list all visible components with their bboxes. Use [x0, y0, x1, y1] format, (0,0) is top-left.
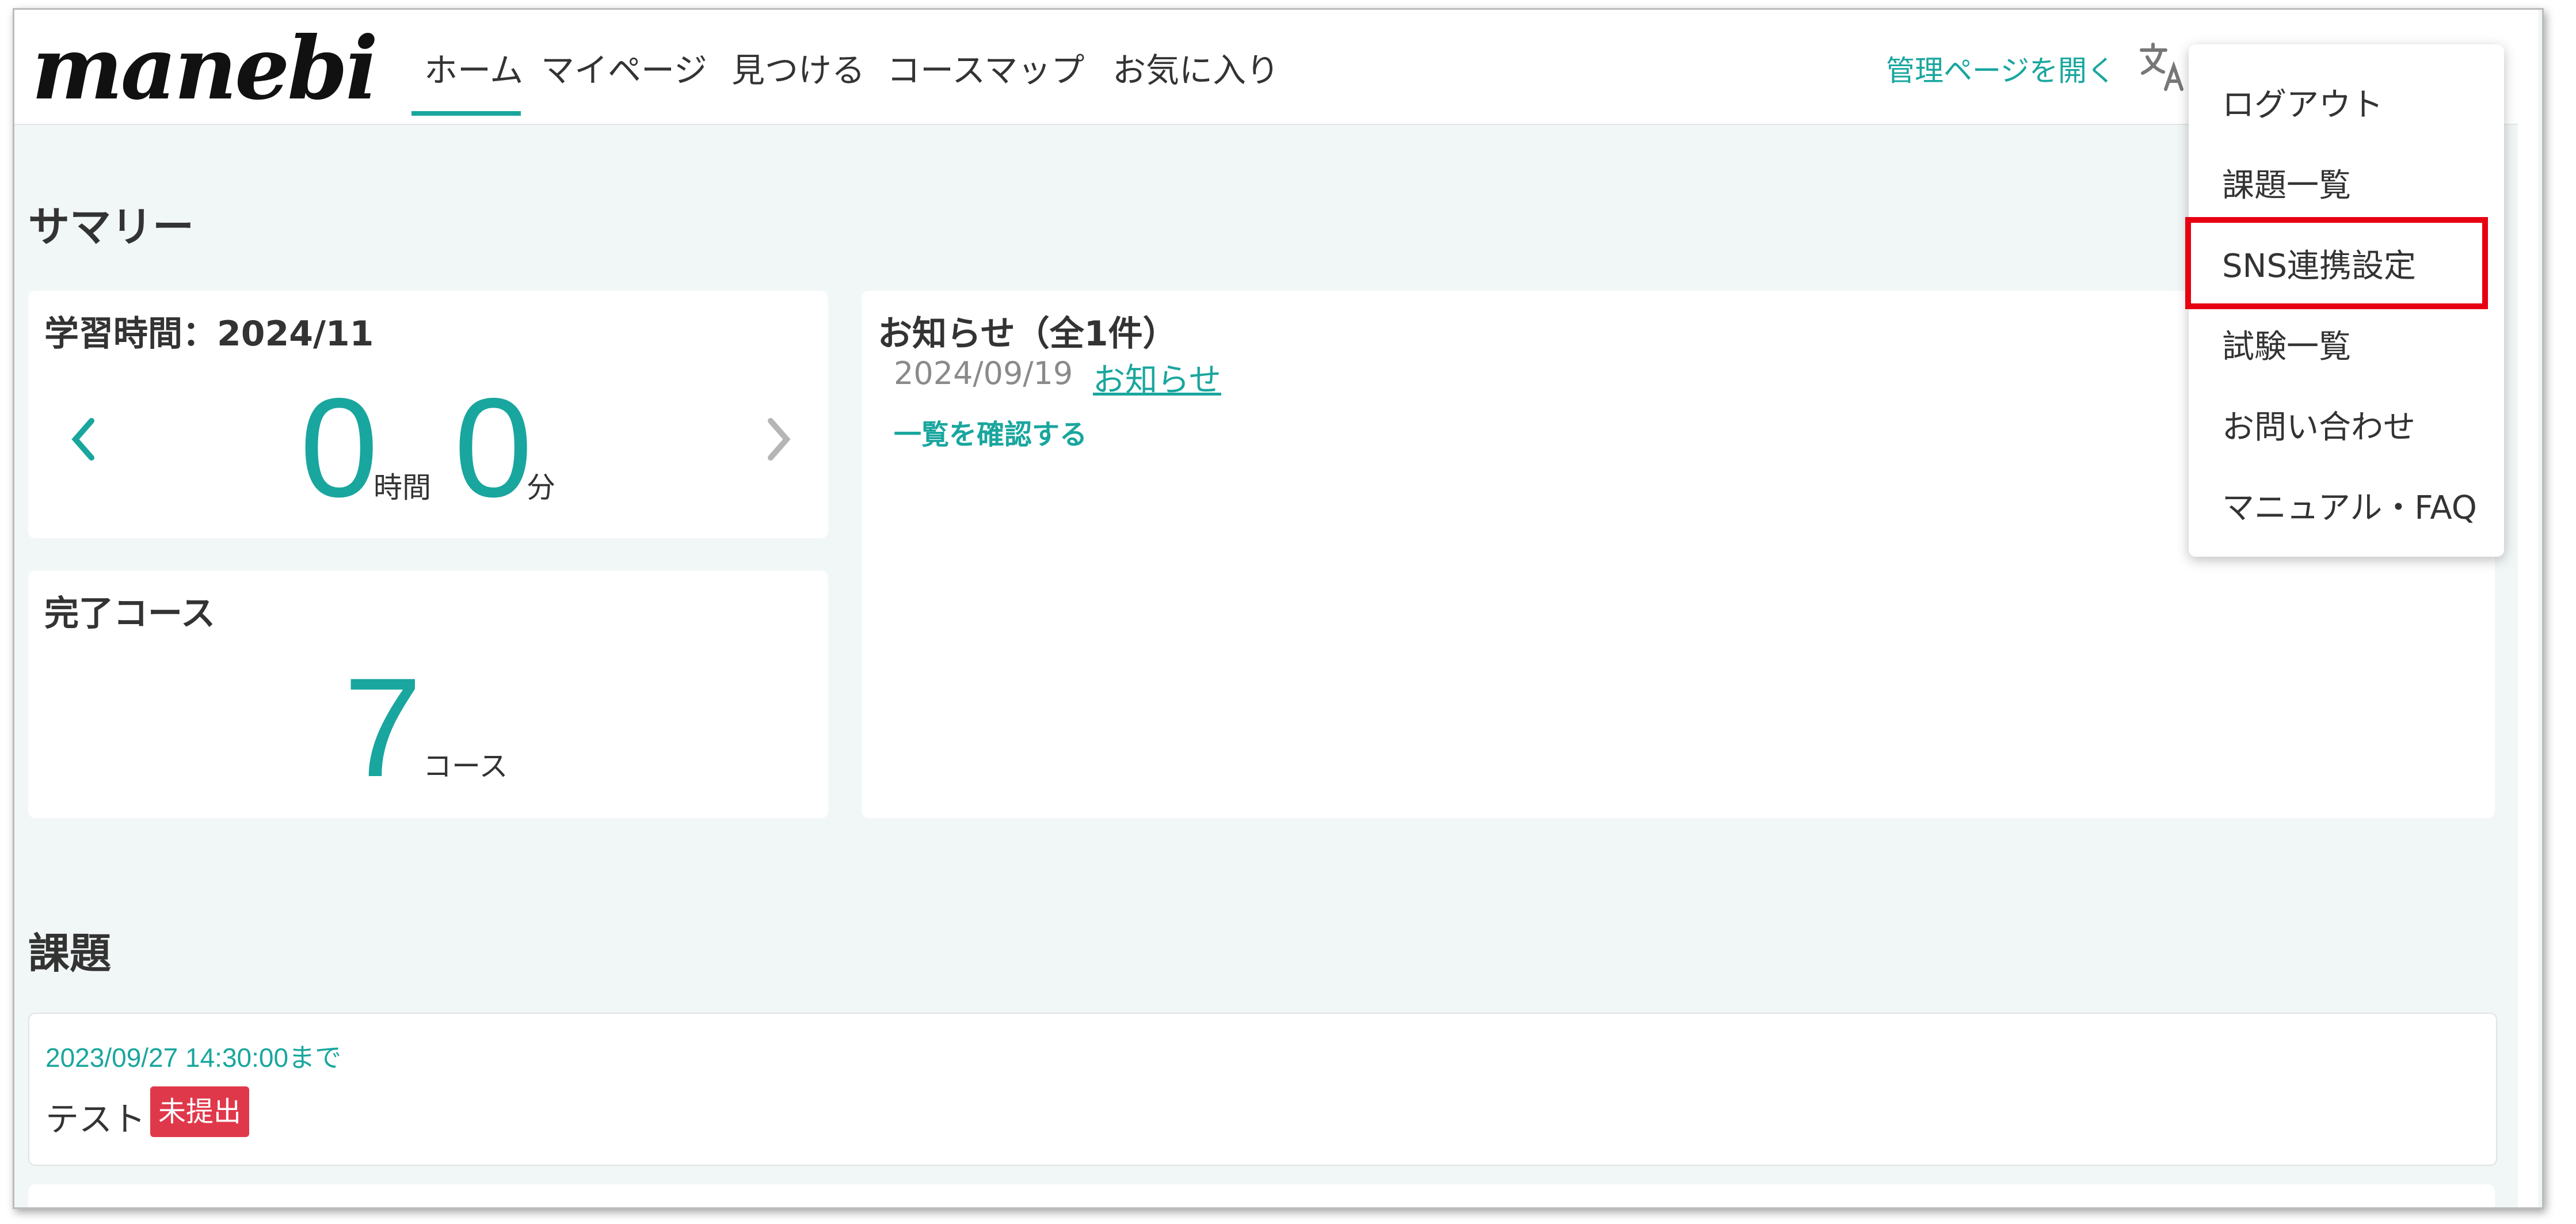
completed-courses-card: 完了コース 7 コース — [28, 571, 828, 818]
hours-value: 0 — [300, 368, 379, 526]
chevron-right-icon[interactable] — [765, 416, 794, 462]
scrollbar[interactable] — [2518, 10, 2539, 1207]
minutes-unit: 分 — [527, 471, 555, 504]
task-name: テスト — [45, 1100, 146, 1139]
tab-discover[interactable]: 見つける — [731, 43, 865, 92]
minutes-value: 0 — [454, 368, 533, 526]
completed-count: 7 — [344, 648, 422, 806]
menu-item-task-list[interactable]: 課題一覧 — [2222, 159, 2351, 206]
chevron-left-icon[interactable] — [68, 416, 97, 462]
notice-date: 2024/09/19 — [894, 355, 1073, 391]
status-badge: 未提出 — [150, 1086, 250, 1137]
study-time-card: 学習時間：2024/11 0 時間 0 分 — [28, 291, 828, 538]
menu-item-contact[interactable]: お問い合わせ — [2222, 401, 2415, 448]
highlight-box — [2185, 217, 2488, 309]
manebi-logo[interactable]: manebi — [32, 22, 378, 115]
tasks-title: 課題 — [28, 929, 112, 978]
study-time-title: 学習時間：2024/11 — [44, 314, 374, 354]
task-deadline: 2023/09/27 14:30:00まで — [45, 1043, 342, 1073]
menu-item-manual-faq[interactable]: マニュアル・FAQ — [2222, 482, 2477, 529]
menu-item-logout[interactable]: ログアウト — [2222, 79, 2383, 126]
completed-courses-title: 完了コース — [44, 594, 215, 634]
tab-home[interactable]: ホーム — [424, 43, 523, 92]
notice-link[interactable]: お知らせ — [1093, 354, 1221, 401]
menu-item-exam-list[interactable]: 試験一覧 — [2222, 321, 2351, 367]
active-tab-indicator — [411, 111, 521, 116]
completed-unit: コース — [423, 750, 508, 783]
tab-mypage[interactable]: マイページ — [541, 43, 707, 92]
tab-course-map[interactable]: コースマップ — [887, 43, 1084, 92]
notices-title: お知らせ（全1件） — [878, 314, 1178, 354]
app-window: manebi ホーム マイページ 見つける コースマップ お気に入り 管理ページ… — [13, 8, 2544, 1209]
task-card-next[interactable] — [28, 1184, 2495, 1207]
view-all-notices-link[interactable]: 一覧を確認する — [894, 412, 1087, 452]
top-header: manebi ホーム マイページ 見つける コースマップ お気に入り 管理ページ… — [14, 10, 2529, 125]
hours-unit: 時間 — [374, 471, 431, 504]
user-menu-dropdown: ログアウト 課題一覧 SNS連携設定 試験一覧 お問い合わせ マニュアル・FAQ — [2185, 44, 2504, 557]
tab-favorites[interactable]: お気に入り — [1112, 43, 1279, 92]
task-card[interactable]: 2023/09/27 14:30:00まで テスト 未提出 — [28, 1013, 2497, 1166]
open-admin-link[interactable]: 管理ページを開く — [1886, 48, 2116, 89]
translate-icon[interactable] — [2138, 41, 2186, 93]
summary-title: サマリー — [28, 203, 195, 251]
